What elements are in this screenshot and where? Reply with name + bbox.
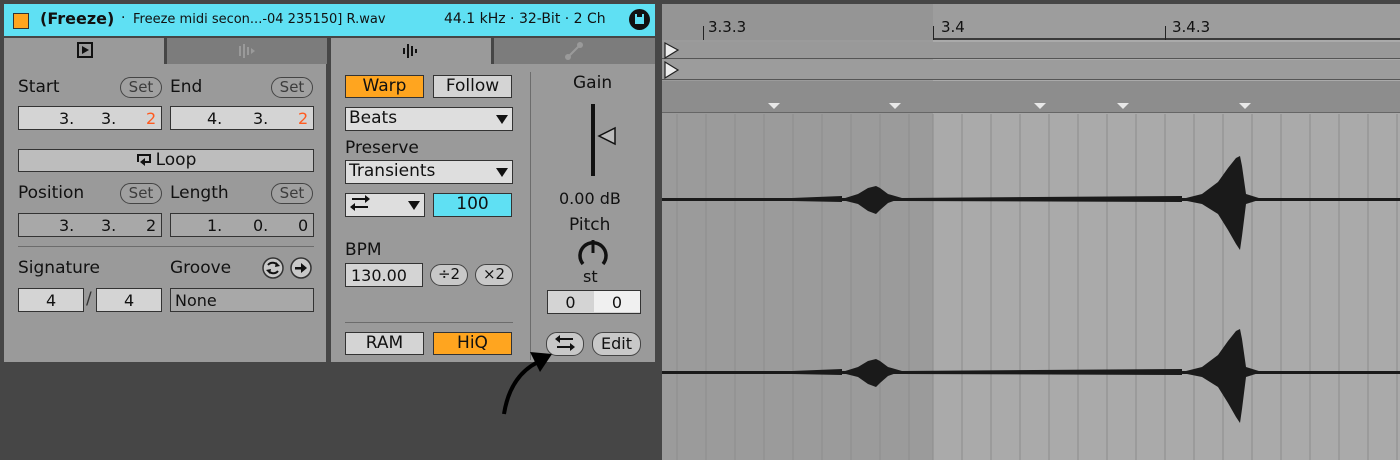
end-field[interactable]: 4. 3. 2 xyxy=(170,106,314,130)
pitch-label: Pitch xyxy=(569,215,611,235)
edit-button[interactable]: Edit xyxy=(592,332,641,356)
divider xyxy=(530,72,531,360)
tab-sample[interactable] xyxy=(331,38,491,64)
warp-button[interactable]: Warp xyxy=(345,75,424,98)
pitch-fields: 0 0 xyxy=(547,290,641,314)
signature-slash: / xyxy=(86,289,92,309)
position-field[interactable]: 3. 3. 2 xyxy=(18,213,162,237)
ruler-tick xyxy=(1165,26,1166,40)
signature-denominator-field[interactable]: 4 xyxy=(96,288,162,312)
loop-marker-lane[interactable] xyxy=(662,60,1400,80)
length-label: Length xyxy=(170,183,229,203)
coarse-pitch-field[interactable]: 0 xyxy=(548,293,593,312)
loop-start-marker-icon[interactable] xyxy=(664,61,680,79)
transient-envelope-field[interactable]: 100 xyxy=(433,193,512,217)
start-label: Start xyxy=(18,77,60,97)
sample-info: 44.1 kHz · 32-Bit · 2 Ch xyxy=(444,11,606,27)
gain-value: 0.00 dB xyxy=(559,189,621,208)
start-marker-icon[interactable] xyxy=(664,42,680,59)
preserve-select[interactable]: Transients xyxy=(345,160,513,184)
launch-bars-icon xyxy=(239,44,255,58)
ruler-tick xyxy=(933,26,934,40)
gain-label: Gain xyxy=(573,73,613,93)
annotation-arrow xyxy=(502,352,552,415)
pitch-knob[interactable] xyxy=(575,237,611,271)
play-square-icon xyxy=(77,42,93,58)
ruler-tick xyxy=(703,26,704,40)
follow-button[interactable]: Follow xyxy=(433,75,512,98)
position-label: Position xyxy=(18,183,85,203)
save-icon[interactable] xyxy=(629,9,650,30)
start-field[interactable]: 3. 3. 2 xyxy=(18,106,162,130)
groove-field[interactable]: None xyxy=(170,288,314,312)
tab-envelopes[interactable] xyxy=(494,38,655,64)
loop-forward-icon xyxy=(350,195,370,211)
bpm-field[interactable]: 130.00 xyxy=(345,263,423,287)
chevron-down-icon xyxy=(496,115,508,124)
start-set-button[interactable]: Set xyxy=(120,77,162,98)
signature-numerator-field[interactable]: 4 xyxy=(18,288,84,312)
signature-label: Signature xyxy=(18,258,101,278)
transient-markers xyxy=(768,103,1251,109)
transient-loop-mode-select[interactable] xyxy=(345,193,425,217)
tab-launch[interactable] xyxy=(167,38,327,64)
end-label: End xyxy=(170,77,203,97)
chevron-down-icon xyxy=(408,201,420,210)
length-set-button[interactable]: Set xyxy=(271,183,313,204)
title-separator: · xyxy=(121,10,126,26)
warp-marker-lane[interactable] xyxy=(662,81,1400,113)
waveform-icon xyxy=(403,44,417,58)
clip-activator-button[interactable] xyxy=(13,13,29,29)
timeline-ruler[interactable]: 3.3.3 3.4 3.4.3 xyxy=(662,4,1400,40)
ruler-marker-label: 3.4 xyxy=(941,18,965,36)
length-field[interactable]: 1. 0. 0 xyxy=(170,213,314,237)
warp-mode-select[interactable]: Beats xyxy=(345,107,513,131)
pitch-unit: st xyxy=(583,267,598,286)
clip-name[interactable]: (Freeze) xyxy=(40,9,114,28)
gain-slider-track[interactable] xyxy=(591,104,595,176)
loop-icon xyxy=(136,154,151,166)
loop-button[interactable]: Loop xyxy=(18,149,314,172)
divider xyxy=(18,246,314,247)
divider xyxy=(345,322,513,323)
groove-commit-icon[interactable] xyxy=(289,256,313,280)
ruler-marker-label: 3.4.3 xyxy=(1172,18,1211,36)
gain-slider-thumb[interactable] xyxy=(597,126,617,146)
position-set-button[interactable]: Set xyxy=(120,183,162,204)
ram-button[interactable]: RAM xyxy=(345,332,424,355)
chevron-down-icon xyxy=(496,168,508,177)
envelope-icon xyxy=(565,42,583,60)
preserve-label: Preserve xyxy=(345,138,419,158)
fine-pitch-field[interactable]: 0 xyxy=(594,291,640,312)
bpm-label: BPM xyxy=(345,240,382,260)
ruler-marker-label: 3.3.3 xyxy=(708,18,747,36)
sample-file-name: Freeze midi secon...-04 235150] R.wav xyxy=(133,12,386,27)
groove-label: Groove xyxy=(170,258,232,278)
half-tempo-button[interactable]: ÷2 xyxy=(430,264,468,286)
groove-hot-swap-icon[interactable] xyxy=(261,256,285,280)
start-marker-lane[interactable] xyxy=(662,42,1400,59)
clip-title-bar: (Freeze) · Freeze midi secon...-04 23515… xyxy=(4,4,655,36)
tab-clip[interactable] xyxy=(4,38,164,64)
end-set-button[interactable]: Set xyxy=(271,77,313,98)
double-tempo-button[interactable]: ×2 xyxy=(475,264,513,286)
